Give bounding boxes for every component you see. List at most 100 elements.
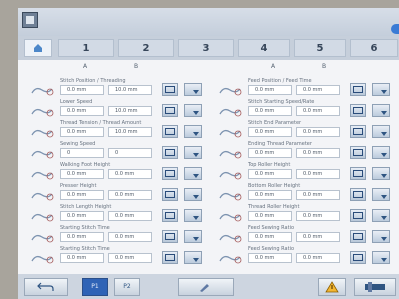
value-field-b[interactable]: 10.0 mm xyxy=(108,127,152,137)
tab-5[interactable]: 5 xyxy=(294,39,346,57)
dropdown-button[interactable] xyxy=(184,188,202,201)
value-field-a[interactable]: 0.0 mm xyxy=(60,127,104,137)
p2-button[interactable]: P2 xyxy=(114,278,140,296)
value-field-a[interactable]: 0.0 mm xyxy=(60,106,104,116)
value-field-b[interactable]: 0.0 mm xyxy=(296,85,340,95)
value-field-b[interactable]: 0.0 mm xyxy=(296,253,340,263)
value-field-a[interactable]: 0.0 mm xyxy=(248,85,292,95)
dropdown-button[interactable] xyxy=(372,209,390,222)
value-field-a[interactable]: 0.0 mm xyxy=(248,127,292,137)
left-settings-panel: A B Stitch Position / Threading 0.0 mm 10.… xyxy=(30,60,216,274)
value-field-b[interactable]: 0.0 mm xyxy=(296,169,340,179)
calculator-icon xyxy=(353,86,363,93)
value-field-b[interactable]: 0.0 mm xyxy=(296,106,340,116)
calculator-button[interactable] xyxy=(162,104,178,117)
param-label: Stitch End Parameter xyxy=(248,120,302,126)
value-field-b[interactable]: 0.0 mm xyxy=(296,232,340,242)
value-field-b[interactable]: 0.0 mm xyxy=(296,127,340,137)
calculator-button[interactable] xyxy=(350,209,366,222)
calculator-icon xyxy=(165,254,175,261)
calculator-button[interactable] xyxy=(162,188,178,201)
dropdown-button[interactable] xyxy=(184,146,202,159)
dropdown-button[interactable] xyxy=(184,125,202,138)
feed-tilt-icon xyxy=(218,229,244,243)
calculator-button[interactable] xyxy=(350,167,366,180)
value-field-a[interactable]: 0 xyxy=(60,148,104,158)
value-field-a[interactable]: 0.0 mm xyxy=(248,190,292,200)
value-field-b[interactable]: 10.0 mm xyxy=(108,106,152,116)
calculator-button[interactable] xyxy=(350,104,366,117)
calculator-button[interactable] xyxy=(350,230,366,243)
value-field-b[interactable]: 0.0 mm xyxy=(108,232,152,242)
value-field-a[interactable]: 0.0 mm xyxy=(60,85,104,95)
calculator-button[interactable] xyxy=(162,83,178,96)
value-field-a[interactable]: 0.0 mm xyxy=(248,253,292,263)
value-field-b[interactable]: 0.0 mm xyxy=(108,253,152,263)
col-a-header: A xyxy=(82,63,88,70)
calculator-button[interactable] xyxy=(350,83,366,96)
app-logo-icon xyxy=(22,12,38,28)
calculator-button[interactable] xyxy=(162,230,178,243)
p1-button[interactable]: P1 xyxy=(82,278,108,296)
param-label: Ending Thread Parameter xyxy=(248,141,312,147)
dropdown-button[interactable] xyxy=(372,251,390,264)
value-field-a[interactable]: 0.0 mm xyxy=(248,211,292,221)
tab-4[interactable]: 4 xyxy=(238,39,290,57)
roller-height-icon xyxy=(218,187,244,201)
calculator-button[interactable] xyxy=(162,251,178,264)
value-field-b[interactable]: 0.0 mm xyxy=(108,169,152,179)
param-label: Bottom Roller Height xyxy=(248,183,301,189)
edit-button[interactable] xyxy=(178,278,234,296)
warning-button[interactable] xyxy=(318,278,346,296)
tab-2[interactable]: 2 xyxy=(118,39,174,57)
value-field-b[interactable]: 0.0 mm xyxy=(296,211,340,221)
value-field-a[interactable]: 0.0 mm xyxy=(60,169,104,179)
value-field-a[interactable]: 0.0 mm xyxy=(248,232,292,242)
calculator-button[interactable] xyxy=(162,146,178,159)
dropdown-button[interactable] xyxy=(372,83,390,96)
chevron-down-icon xyxy=(193,153,199,157)
needle-position-icon xyxy=(30,82,56,96)
tab-3[interactable]: 3 xyxy=(178,39,234,57)
value-field-b[interactable]: 0.0 mm xyxy=(108,211,152,221)
value-field-a[interactable]: 0.0 mm xyxy=(248,148,292,158)
value-field-b[interactable]: 0.0 mm xyxy=(296,190,340,200)
value-field-b[interactable]: 0.0 mm xyxy=(296,148,340,158)
calculator-button[interactable] xyxy=(350,251,366,264)
dropdown-button[interactable] xyxy=(372,125,390,138)
value-field-b[interactable]: 10.0 mm xyxy=(108,85,152,95)
value-field-a[interactable]: 0.0 mm xyxy=(60,253,104,263)
calculator-button[interactable] xyxy=(350,125,366,138)
tab-6[interactable]: 6 xyxy=(350,39,398,57)
dropdown-button[interactable] xyxy=(184,83,202,96)
dropdown-button[interactable] xyxy=(184,167,202,180)
calculator-button[interactable] xyxy=(350,188,366,201)
dropdown-button[interactable] xyxy=(372,146,390,159)
calculator-button[interactable] xyxy=(162,167,178,180)
dropdown-button[interactable] xyxy=(372,167,390,180)
dropdown-button[interactable] xyxy=(372,230,390,243)
back-button[interactable] xyxy=(24,278,68,296)
calculator-button[interactable] xyxy=(162,209,178,222)
value-field-a[interactable]: 0.0 mm xyxy=(60,211,104,221)
tab-home[interactable] xyxy=(24,39,52,57)
calculator-button[interactable] xyxy=(350,146,366,159)
value-field-a[interactable]: 0.0 mm xyxy=(248,106,292,116)
value-field-a[interactable]: 0.0 mm xyxy=(60,232,104,242)
calculator-button[interactable] xyxy=(162,125,178,138)
value-field-a[interactable]: 0.0 mm xyxy=(248,169,292,179)
dropdown-button[interactable] xyxy=(184,251,202,264)
calculator-icon xyxy=(165,86,175,93)
tab-1[interactable]: 1 xyxy=(58,39,114,57)
chevron-down-icon xyxy=(381,195,387,199)
dropdown-button[interactable] xyxy=(184,230,202,243)
dropdown-button[interactable] xyxy=(184,104,202,117)
value-field-b[interactable]: 0 xyxy=(108,148,152,158)
dropdown-button[interactable] xyxy=(372,104,390,117)
dropdown-button[interactable] xyxy=(372,188,390,201)
machine-button[interactable] xyxy=(354,278,396,296)
value-field-a[interactable]: 0.0 mm xyxy=(60,190,104,200)
value-field-b[interactable]: 0.0 mm xyxy=(108,190,152,200)
dropdown-button[interactable] xyxy=(184,209,202,222)
calculator-icon xyxy=(165,212,175,219)
